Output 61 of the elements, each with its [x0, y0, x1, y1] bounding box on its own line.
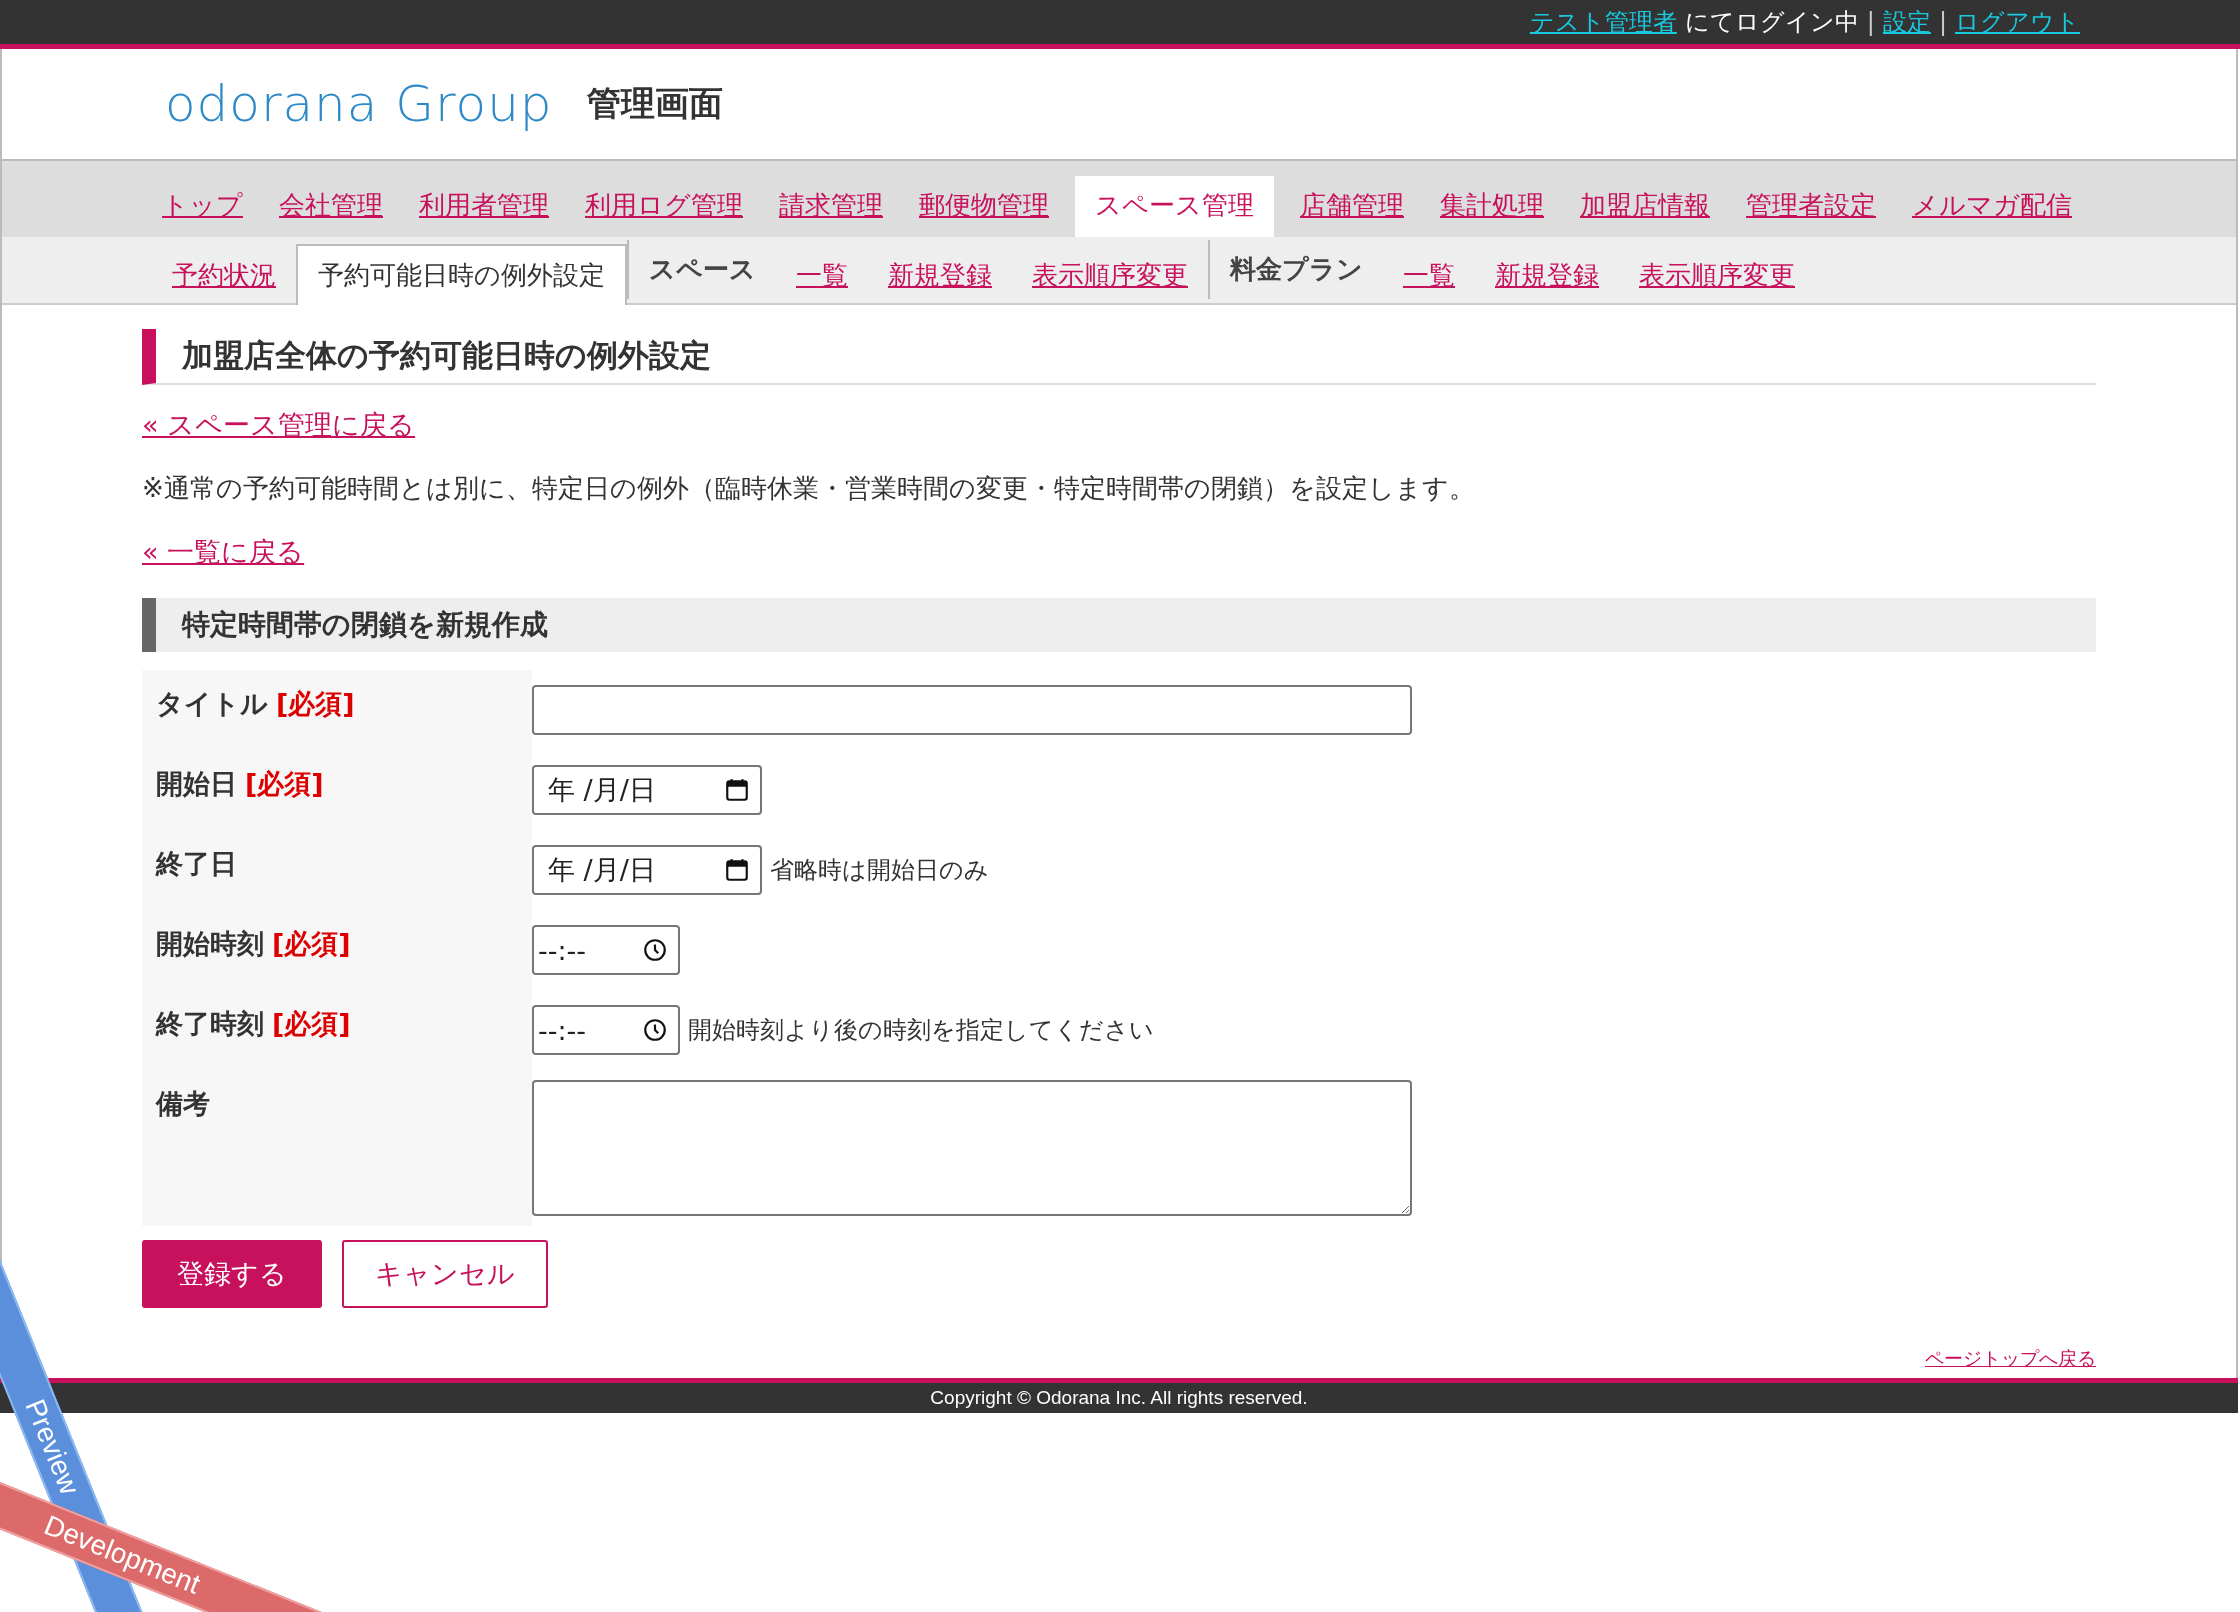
nav-tab[interactable]: 集計処理	[1430, 176, 1554, 237]
calendar-icon[interactable]	[724, 857, 750, 883]
hint-text: 省略時は開始日のみ	[770, 855, 989, 886]
sub-nav-group-label: スペース	[627, 240, 776, 299]
nav-tab[interactable]: 加盟店情報	[1570, 176, 1720, 237]
header-link[interactable]: 設定	[1882, 6, 1931, 38]
field-label: 終了日	[156, 847, 237, 881]
sub-nav-tab[interactable]: 表示順序変更	[1619, 246, 1815, 305]
page-title: 加盟店全体の予約可能日時の例外設定	[142, 329, 2096, 385]
nav-tab[interactable]: 請求管理	[769, 176, 893, 237]
header-link[interactable]: テスト管理者	[1529, 6, 1677, 38]
nav-tab[interactable]: 郵便物管理	[909, 176, 1059, 237]
sub-nav-tab[interactable]: 新規登録	[868, 246, 1012, 305]
sub-nav-tab[interactable]: 予約状況	[152, 246, 296, 305]
field-label: タイトル	[156, 687, 268, 721]
nav-tab[interactable]: 店舗管理	[1290, 176, 1414, 237]
field-label: 備考	[156, 1087, 210, 1121]
field-label: 開始時刻	[156, 927, 264, 961]
cancel-button[interactable]: キャンセル	[342, 1240, 548, 1308]
sub-nav-tab[interactable]: 一覧	[776, 246, 868, 305]
nav-tab[interactable]: スペース管理	[1075, 176, 1274, 237]
separator-text: |	[1866, 8, 1875, 36]
date-field[interactable]: 年 /月/日	[532, 765, 762, 815]
input-field[interactable]	[532, 685, 1412, 735]
date-field[interactable]: 年 /月/日	[532, 845, 762, 895]
logo[interactable]: odorana Group	[165, 75, 553, 133]
page-top-link[interactable]: ページトップへ戻る	[1925, 1346, 2096, 1372]
clock-icon[interactable]	[642, 1017, 668, 1043]
time-field[interactable]: --:--	[532, 925, 680, 975]
separator-text: |	[1938, 8, 1947, 36]
field-label: 開始日	[156, 767, 237, 801]
clock-icon[interactable]	[642, 937, 668, 963]
required-mark: [必須]	[245, 767, 324, 801]
back-link[interactable]: « スペース管理に戻る	[142, 409, 416, 440]
header-link[interactable]: ログアウト	[1955, 6, 2080, 38]
textarea-field[interactable]	[532, 1080, 1412, 1216]
submit-button[interactable]: 登録する	[142, 1240, 322, 1308]
field-label: 終了時刻	[156, 1007, 264, 1041]
header-subtitle: 管理画面	[586, 82, 723, 125]
note-text: ※通常の予約可能時間とは別に、特定日の例外（臨時休業・営業時間の変更・特定時間帯の閉鎖）を設定します。	[142, 472, 1476, 505]
nav-tab[interactable]: 利用者管理	[409, 176, 559, 237]
nav-tab[interactable]: 会社管理	[269, 176, 393, 237]
required-mark: [必須]	[272, 927, 351, 961]
back-link[interactable]: « 一覧に戻る	[142, 536, 305, 567]
time-field[interactable]: --:--	[532, 1005, 680, 1055]
nav-tab[interactable]: 管理者設定	[1736, 176, 1886, 237]
required-mark: [必須]	[272, 1007, 351, 1041]
sub-nav-tab[interactable]: 予約可能日時の例外設定	[296, 244, 627, 305]
required-mark: [必須]	[276, 687, 355, 721]
section-title: 特定時間帯の閉鎖を新規作成	[142, 598, 2096, 652]
sub-nav-group-label: 料金プラン	[1208, 240, 1383, 299]
calendar-icon[interactable]	[724, 777, 750, 803]
sub-nav-tab[interactable]: 一覧	[1383, 246, 1475, 305]
sub-nav-tab[interactable]: 表示順序変更	[1012, 246, 1208, 305]
nav-tab[interactable]: メルマガ配信	[1902, 176, 2082, 237]
copyright-text: Copyright © Odorana Inc. All rights reserved.	[930, 1387, 1308, 1409]
hint-text: 開始時刻より後の時刻を指定してください	[688, 1015, 1154, 1046]
nav-tab[interactable]: 利用ログ管理	[575, 176, 753, 237]
login-status-text: にてログイン中	[1684, 7, 1859, 38]
nav-tab[interactable]: トップ	[152, 176, 253, 237]
sub-nav-tab[interactable]: 新規登録	[1475, 246, 1619, 305]
